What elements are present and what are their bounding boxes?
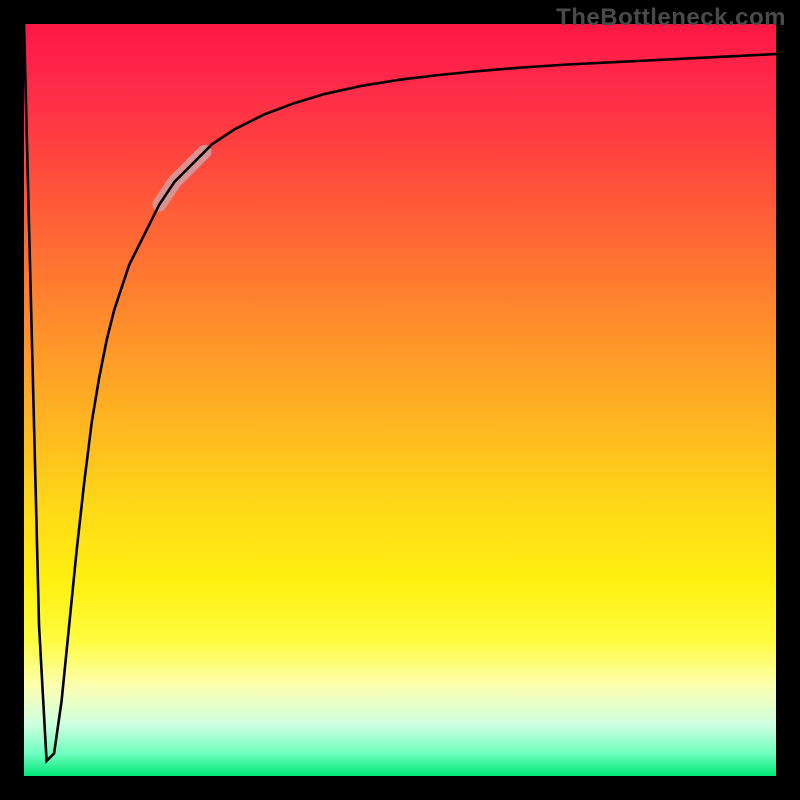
bottleneck-curve	[24, 24, 776, 761]
watermark-text: TheBottleneck.com	[556, 4, 786, 32]
curve-svg	[24, 24, 776, 776]
figure-container: TheBottleneck.com	[0, 0, 800, 800]
plot-area	[24, 24, 776, 776]
